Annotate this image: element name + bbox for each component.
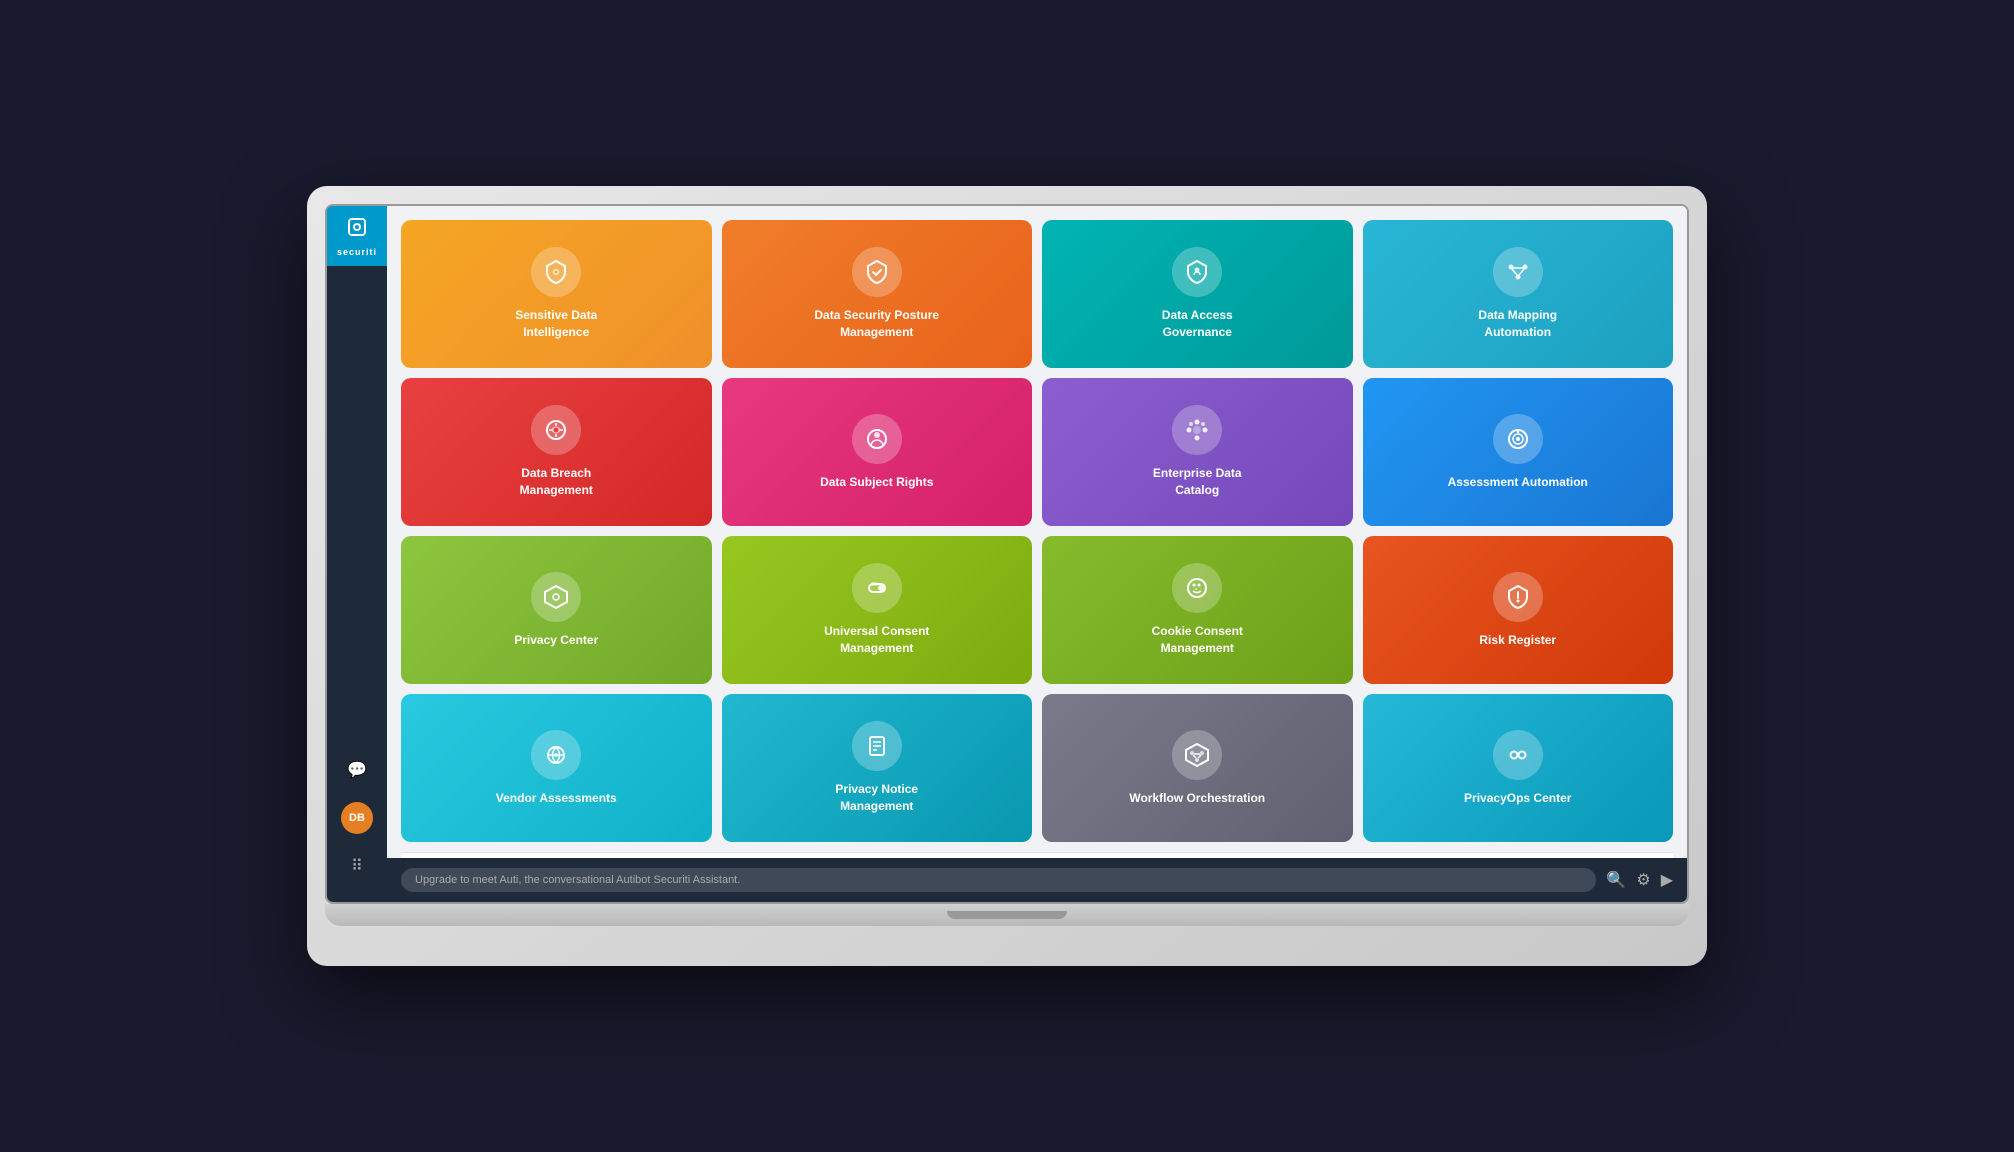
tile-universal-consent[interactable]: Universal ConsentManagement xyxy=(722,536,1033,684)
tile-data-access[interactable]: Data AccessGovernance xyxy=(1042,220,1353,368)
risk-register-icon xyxy=(1493,572,1543,622)
tile-risk-register[interactable]: Risk Register xyxy=(1363,536,1674,684)
tile-data-subject-rights[interactable]: Data Subject Rights xyxy=(722,378,1033,526)
data-access-label: Data AccessGovernance xyxy=(1162,307,1233,341)
logo-icon xyxy=(345,215,369,245)
risk-register-label: Risk Register xyxy=(1479,632,1556,649)
video-icon[interactable]: ▶ xyxy=(1661,870,1673,890)
cookie-consent-icon xyxy=(1172,563,1222,613)
data-mapping-label: Data MappingAutomation xyxy=(1478,307,1557,341)
privacy-notice-label: Privacy NoticeManagement xyxy=(835,781,918,815)
data-security-posture-label: Data Security PostureManagement xyxy=(814,307,939,341)
data-breach-label: Data BreachManagement xyxy=(520,465,593,499)
enterprise-data-icon xyxy=(1172,405,1222,455)
data-mapping-icon xyxy=(1493,247,1543,297)
privacy-center-icon xyxy=(531,572,581,622)
tile-assessment-auto[interactable]: Assessment Automation xyxy=(1363,378,1674,526)
laptop-notch xyxy=(947,911,1067,919)
tile-grid-area: Sensitive DataIntelligence Data Security… xyxy=(387,206,1687,858)
main-content: Sensitive DataIntelligence Data Security… xyxy=(387,206,1687,902)
privacy-center-label: Privacy Center xyxy=(514,632,598,649)
tile-data-breach[interactable]: Data BreachManagement xyxy=(401,378,712,526)
workflow-orchestration-label: Workflow Orchestration xyxy=(1129,790,1265,807)
universal-consent-icon xyxy=(852,563,902,613)
grid-icon[interactable]: ⠿ xyxy=(341,850,373,882)
tile-data-mapping[interactable]: Data MappingAutomation xyxy=(1363,220,1674,368)
tile-privacyops-center[interactable]: PrivacyOps Center xyxy=(1363,694,1674,842)
workflow-orchestration-icon xyxy=(1172,730,1222,780)
universal-consent-label: Universal ConsentManagement xyxy=(824,623,929,657)
chat-icon[interactable]: 💬 xyxy=(341,754,373,786)
sidebar-bottom-icons: 💬 DB ⠿ xyxy=(341,754,373,902)
tile-data-security-posture[interactable]: Data Security PostureManagement xyxy=(722,220,1033,368)
data-breach-icon xyxy=(531,405,581,455)
chat-message[interactable]: Upgrade to meet Auti, the conversational… xyxy=(401,868,1596,892)
tile-sensitive-data[interactable]: Sensitive DataIntelligence xyxy=(401,220,712,368)
enterprise-data-label: Enterprise DataCatalog xyxy=(1153,465,1242,499)
data-subject-rights-label: Data Subject Rights xyxy=(820,474,933,491)
tile-privacy-notice[interactable]: Privacy NoticeManagement xyxy=(722,694,1033,842)
privacyops-center-label: PrivacyOps Center xyxy=(1464,790,1571,807)
tile-cookie-consent[interactable]: Cookie ConsentManagement xyxy=(1042,536,1353,684)
main-tile-grid: Sensitive DataIntelligence Data Security… xyxy=(401,220,1673,842)
data-security-posture-icon xyxy=(852,247,902,297)
vendor-assessments-icon xyxy=(531,730,581,780)
tile-enterprise-data[interactable]: Enterprise DataCatalog xyxy=(1042,378,1353,526)
cookie-consent-label: Cookie ConsentManagement xyxy=(1152,623,1243,657)
privacyops-center-icon xyxy=(1493,730,1543,780)
sidebar: securiti 💬 DB ⠿ xyxy=(327,206,387,902)
status-bar: Upgrade to meet Auti, the conversational… xyxy=(387,858,1687,902)
assessment-auto-label: Assessment Automation xyxy=(1448,474,1588,491)
user-avatar[interactable]: DB xyxy=(341,802,373,834)
privacy-notice-icon xyxy=(852,721,902,771)
laptop-frame: securiti 💬 DB ⠿ xyxy=(307,186,1707,966)
tile-workflow-orchestration[interactable]: Workflow Orchestration xyxy=(1042,694,1353,842)
sensitive-data-icon xyxy=(531,247,581,297)
data-subject-rights-icon xyxy=(852,414,902,464)
sensitive-data-label: Sensitive DataIntelligence xyxy=(515,307,597,341)
laptop-bottom xyxy=(325,904,1689,926)
app-name-label: securiti xyxy=(337,247,377,257)
vendor-assessments-label: Vendor Assessments xyxy=(496,790,617,807)
data-access-icon xyxy=(1172,247,1222,297)
search-icon[interactable]: 🔍 xyxy=(1606,870,1626,890)
app-logo[interactable]: securiti xyxy=(327,206,387,266)
assessment-auto-icon xyxy=(1493,414,1543,464)
tile-vendor-assessments[interactable]: Vendor Assessments xyxy=(401,694,712,842)
status-icons: 🔍 ⚙ ▶ xyxy=(1606,870,1673,890)
tile-privacy-center[interactable]: Privacy Center xyxy=(401,536,712,684)
filter-icon[interactable]: ⚙ xyxy=(1636,870,1650,890)
laptop-screen: securiti 💬 DB ⠿ xyxy=(325,204,1689,904)
